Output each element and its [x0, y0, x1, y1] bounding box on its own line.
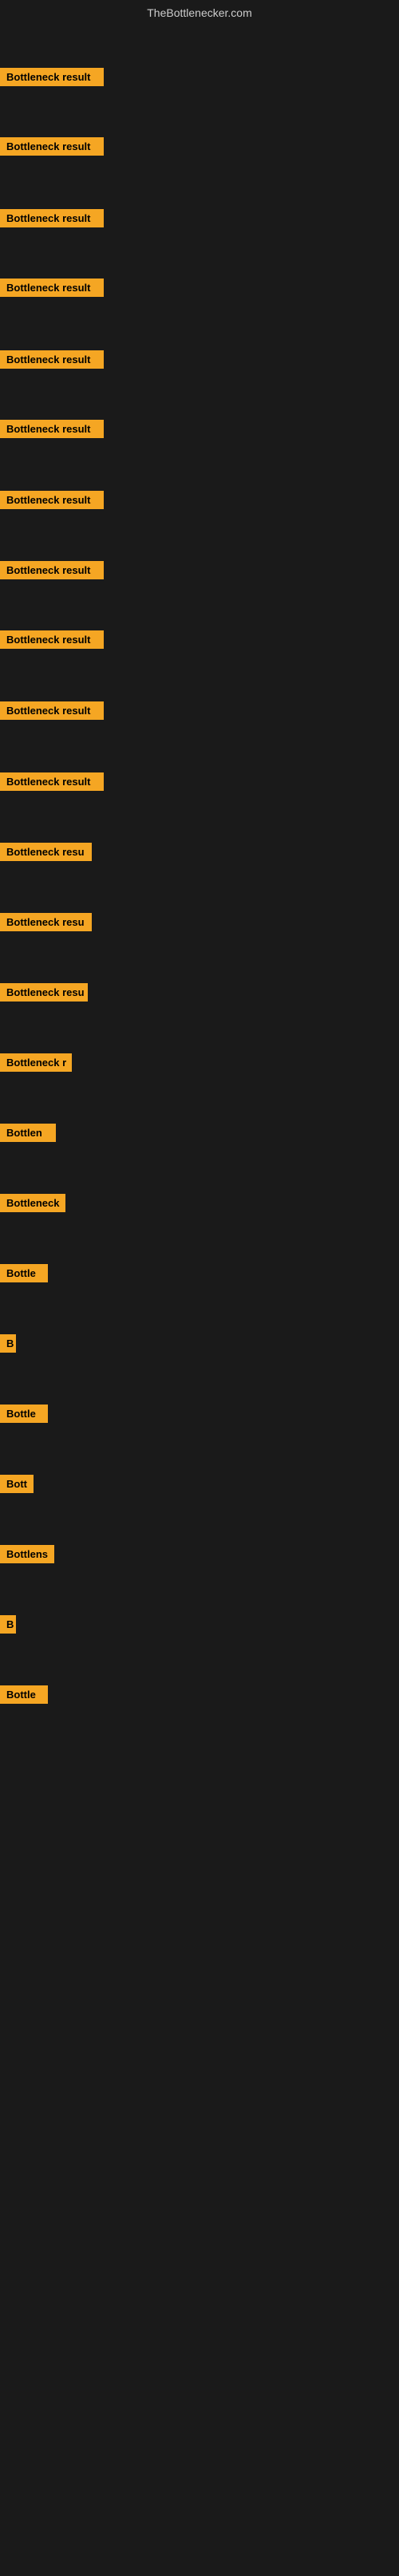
bottleneck-result-badge: Bottleneck resu: [0, 983, 88, 1002]
bottleneck-result-badge: Bott: [0, 1475, 34, 1493]
bottleneck-result-badge: Bottleneck result: [0, 420, 104, 438]
bottleneck-result-badge: Bottleneck: [0, 1194, 65, 1212]
bottleneck-result-badge: Bottleneck result: [0, 350, 104, 369]
bottleneck-result-badge: Bottleneck r: [0, 1053, 72, 1072]
bottleneck-result-badge: Bottleneck result: [0, 491, 104, 509]
bottleneck-result-badge: Bottlen: [0, 1124, 56, 1142]
bottleneck-result-badge: B: [0, 1615, 16, 1634]
bottleneck-result-badge: Bottlens: [0, 1545, 54, 1563]
bottleneck-result-badge: Bottleneck result: [0, 68, 104, 86]
bottleneck-result-badge: Bottle: [0, 1685, 48, 1704]
bottleneck-result-badge: Bottle: [0, 1264, 48, 1282]
bottleneck-result-badge: Bottleneck result: [0, 209, 104, 227]
bottleneck-result-badge: Bottleneck result: [0, 279, 104, 297]
bottleneck-result-badge: Bottleneck result: [0, 630, 104, 649]
bottleneck-result-badge: Bottleneck result: [0, 561, 104, 579]
site-title: TheBottlenecker.com: [0, 0, 399, 22]
bottleneck-result-badge: B: [0, 1334, 16, 1353]
bottleneck-result-badge: Bottleneck result: [0, 137, 104, 156]
bottleneck-result-badge: Bottleneck result: [0, 772, 104, 791]
bottleneck-result-badge: Bottleneck result: [0, 701, 104, 720]
bottleneck-result-badge: Bottleneck resu: [0, 843, 92, 861]
bottleneck-result-badge: Bottle: [0, 1405, 48, 1423]
bottleneck-result-badge: Bottleneck resu: [0, 913, 92, 931]
